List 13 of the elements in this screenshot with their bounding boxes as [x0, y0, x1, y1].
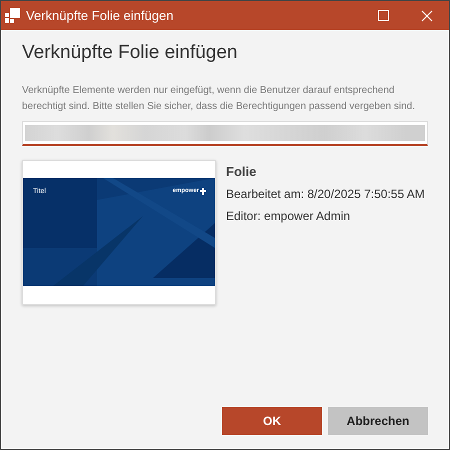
description-text: Verknüpfte Elemente werden nur eingefügt, wenn die Benutzer darauf entsprechend berechtigt sind. Bitte stellen Sie sicher, dass die Berechtigungen passend vergeben sind. — [22, 84, 416, 114]
input-field[interactable] — [22, 121, 428, 146]
editor-name: Editor: empower Admin — [226, 209, 352, 223]
plus-icon — [200, 188, 206, 195]
close-icon — [421, 10, 433, 22]
maximize-icon — [378, 10, 388, 21]
edited-date: Bearbeitet am: 8/20/2025 7:50:55 AM — [226, 187, 425, 201]
app-icon — [5, 8, 20, 23]
dialog-heading: Verknüpfte Folie einfügen — [22, 42, 238, 64]
cancel-button[interactable]: Abbrechen — [328, 407, 428, 435]
window-title: Verknüpfte Folie einfügen — [26, 8, 174, 23]
slide-name: Folie — [226, 164, 258, 179]
ok-button[interactable]: OK — [222, 407, 322, 435]
